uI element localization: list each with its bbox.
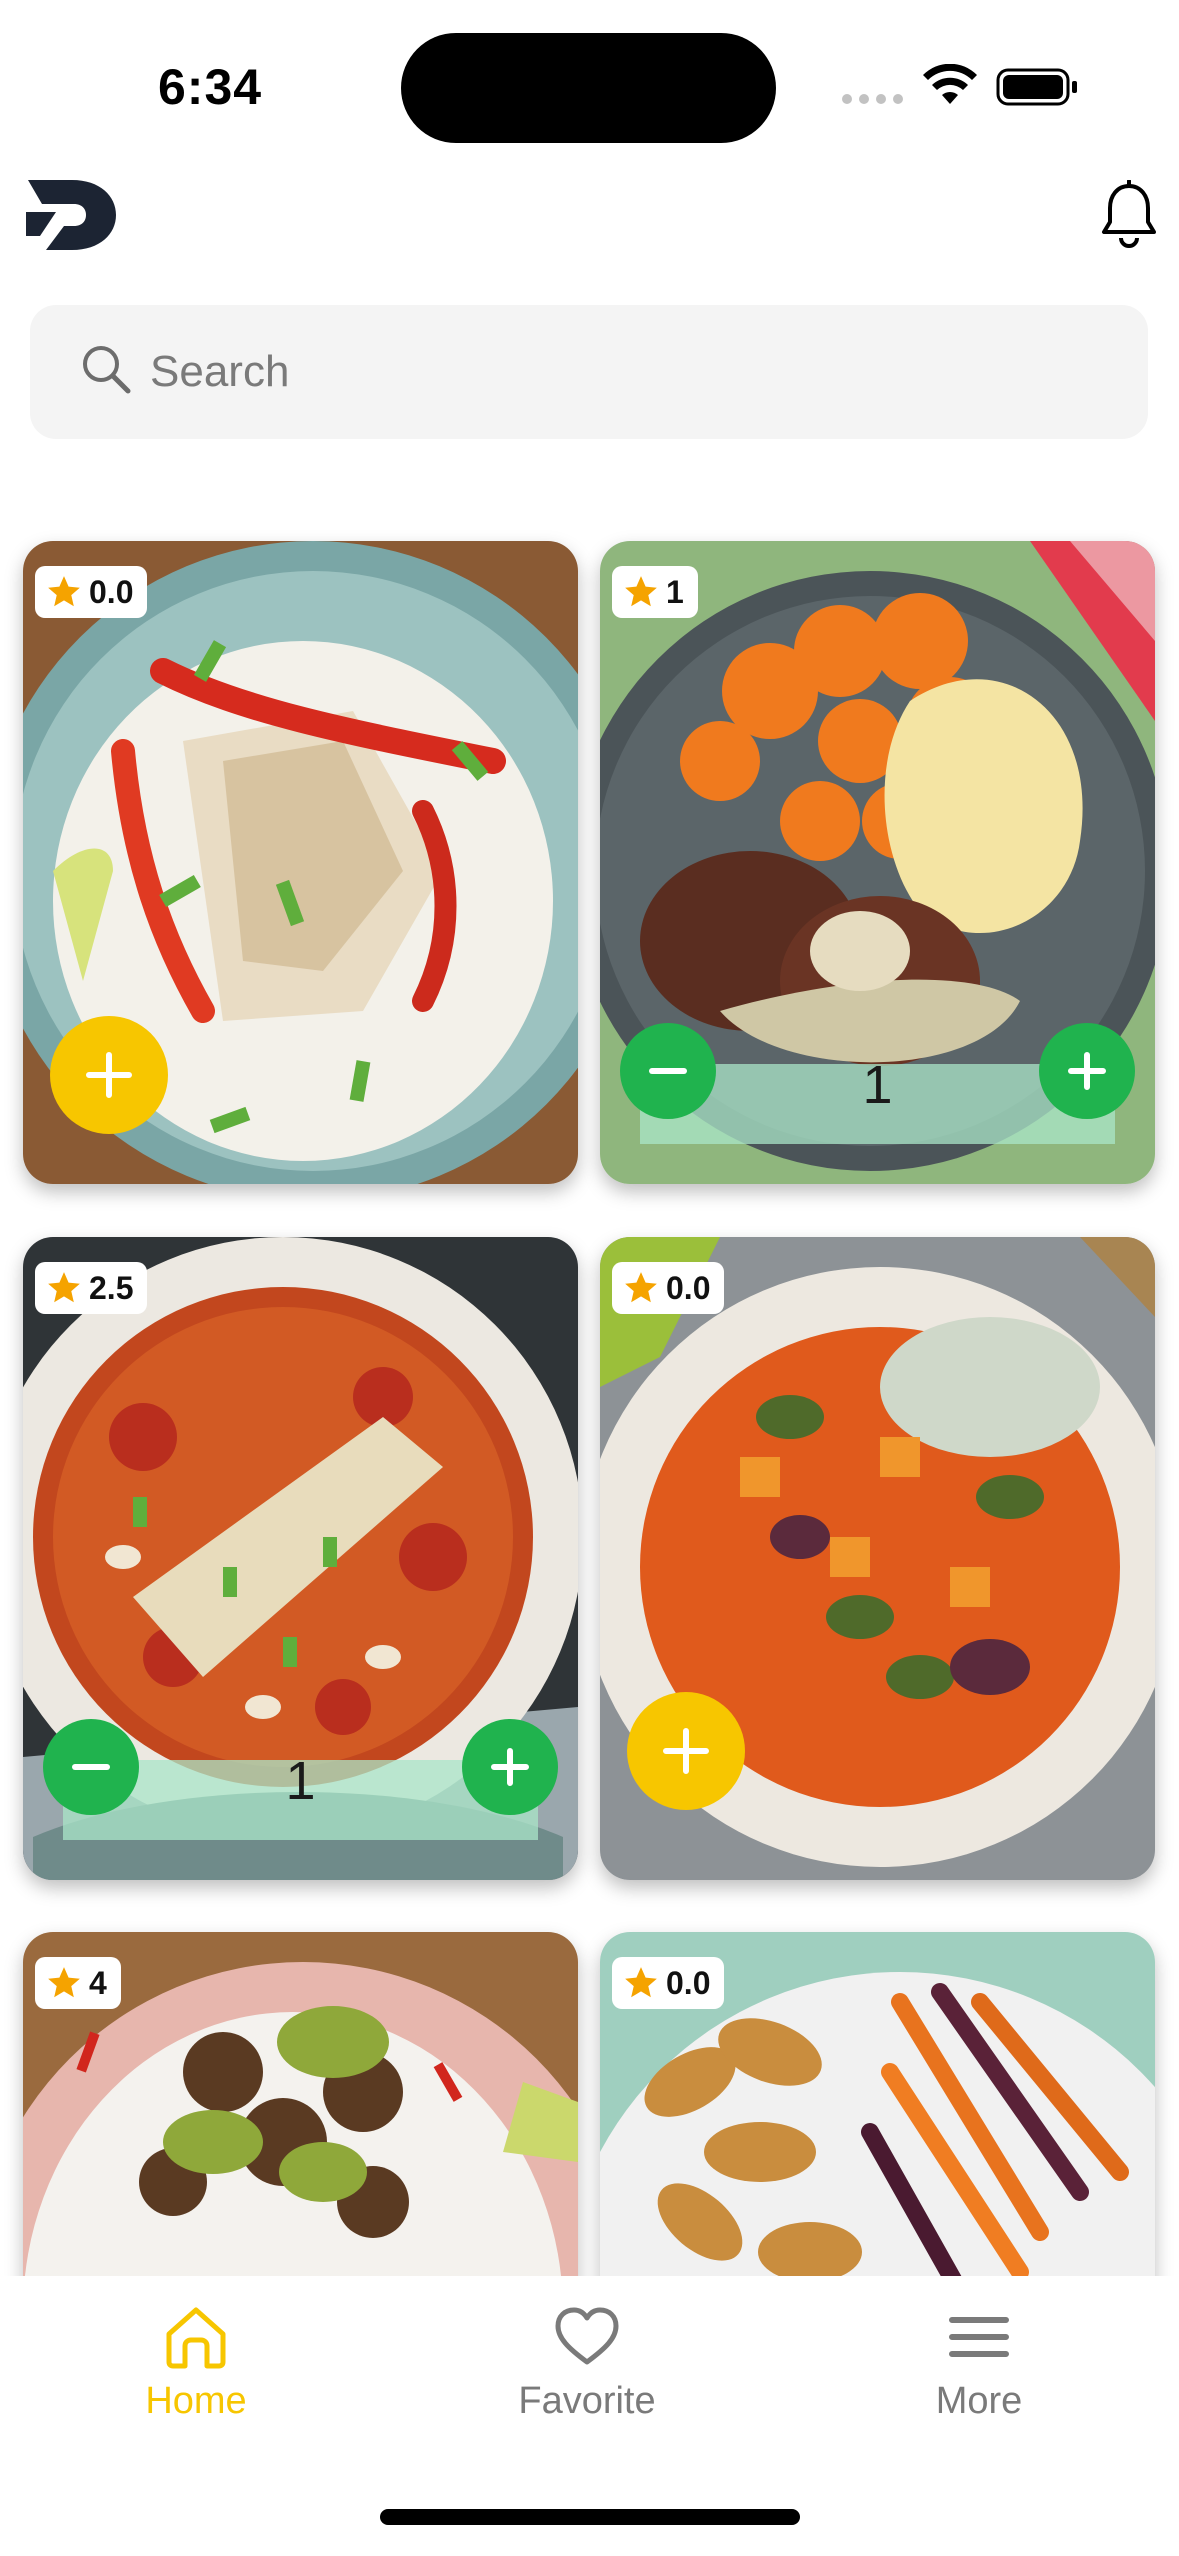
rating-value: 0.0 [666, 1964, 711, 2001]
add-to-cart-button[interactable] [627, 1692, 745, 1810]
home-icon [166, 2307, 226, 2369]
add-to-cart-button[interactable] [50, 1016, 168, 1134]
decrease-quantity-button[interactable] [43, 1719, 139, 1815]
plus-icon [1068, 1052, 1106, 1090]
recipe-card[interactable]: 1 1 [600, 541, 1155, 1184]
tab-label: More [935, 2380, 1023, 2422]
menu-icon [949, 2317, 1009, 2357]
star-icon [48, 576, 80, 607]
star-icon [625, 1272, 657, 1303]
decrease-quantity-button[interactable] [620, 1023, 716, 1119]
star-icon [625, 576, 657, 607]
recipe-card[interactable]: 0.0 [600, 1932, 1155, 2276]
rating-badge: 2.5 [35, 1262, 148, 1314]
tab-label: Home [145, 2380, 247, 2422]
rating-value: 2.5 [89, 1269, 134, 1306]
plus-icon [663, 1728, 709, 1774]
rating-value: 4 [89, 1964, 107, 2001]
minus-icon [649, 1068, 687, 1074]
home-indicator [380, 2509, 800, 2525]
plus-icon [491, 1748, 529, 1786]
star-icon [48, 1272, 80, 1303]
increase-quantity-button[interactable] [462, 1719, 558, 1815]
recipe-card[interactable]: 2.5 1 [23, 1237, 578, 1880]
tab-home[interactable]: Home [76, 2302, 316, 2432]
rating-value: 0.0 [666, 1269, 711, 1306]
recipe-grid: 0.0 1 1 2.5 1 0.0 4 0.0 [0, 0, 1179, 2276]
heart-icon [555, 2307, 619, 2365]
rating-badge: 0.0 [612, 1957, 725, 2009]
rating-badge: 4 [35, 1957, 121, 2009]
tab-more[interactable]: More [859, 2302, 1099, 2432]
tab-favorite[interactable]: Favorite [467, 2302, 707, 2432]
plus-icon [86, 1052, 132, 1098]
rating-value: 1 [666, 573, 684, 610]
increase-quantity-button[interactable] [1039, 1023, 1135, 1119]
rating-badge: 0.0 [35, 566, 148, 618]
minus-icon [72, 1764, 110, 1770]
star-icon [625, 1967, 657, 1998]
rating-badge: 1 [612, 566, 698, 618]
tab-label: Favorite [518, 2380, 656, 2422]
recipe-card[interactable]: 0.0 [23, 541, 578, 1184]
rating-badge: 0.0 [612, 1262, 725, 1314]
recipe-card[interactable]: 0.0 [600, 1237, 1155, 1880]
recipe-card[interactable]: 4 [23, 1932, 578, 2276]
star-icon [48, 1967, 80, 1998]
rating-value: 0.0 [89, 573, 134, 610]
